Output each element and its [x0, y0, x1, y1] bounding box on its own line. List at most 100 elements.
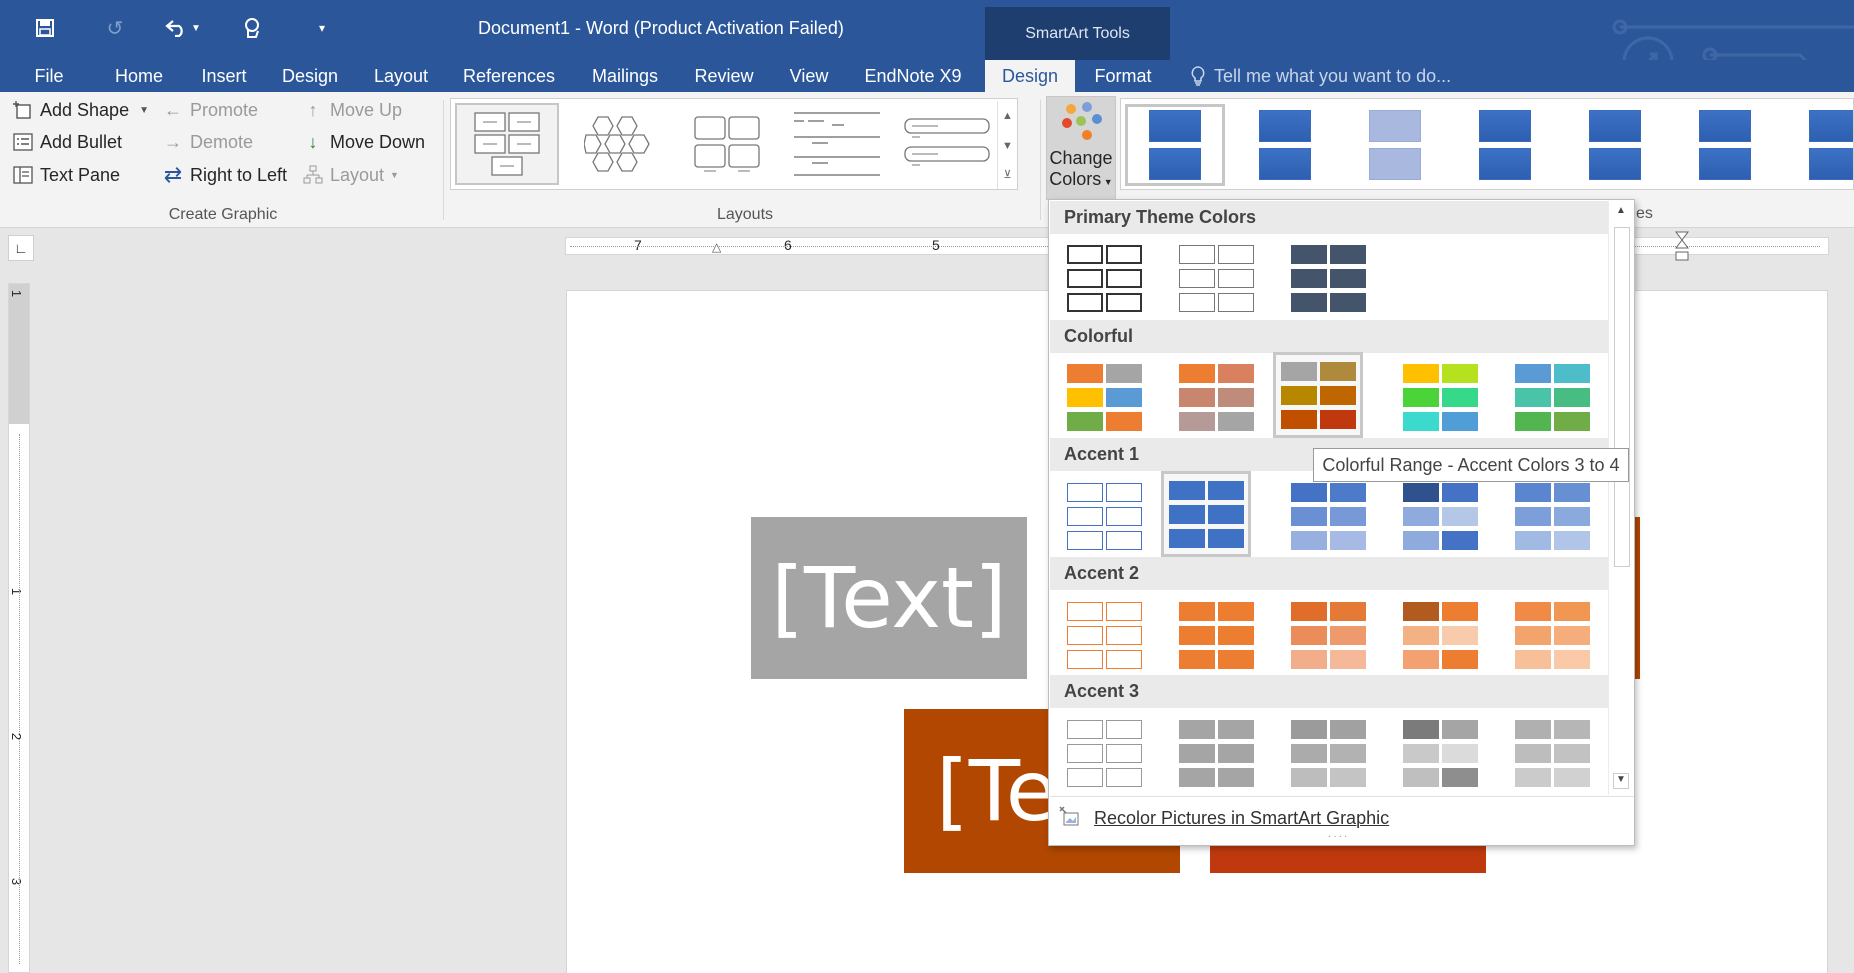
color-swatch-colorful-2[interactable]	[1171, 354, 1261, 440]
scroll-thumb[interactable]	[1614, 227, 1630, 567]
move-down-button[interactable]: ↓ Move Down	[302, 128, 426, 156]
gallery-scroll-down-icon[interactable]: ▼	[997, 131, 1017, 161]
customize-qat-icon[interactable]: ▾	[312, 12, 332, 44]
color-swatch-light-outline[interactable]	[1171, 235, 1261, 321]
color-swatch-accent1-shades[interactable]	[1395, 473, 1485, 559]
tell-me-text: Tell me what you want to do...	[1214, 65, 1452, 86]
color-swatch-accent3-gradient[interactable]	[1283, 710, 1373, 796]
promote-label: Promote	[190, 99, 259, 120]
text-pane-button[interactable]: Text Pane	[12, 161, 120, 189]
layouts-gallery: ▲ ▼ ⊻	[450, 98, 1018, 190]
indent-marker-icon[interactable]: △	[712, 240, 721, 254]
ruler-margin-shade	[9, 284, 29, 424]
tab-insert[interactable]: Insert	[194, 60, 254, 92]
layout-option-list[interactable]	[785, 103, 889, 185]
recolor-pictures-icon	[1059, 806, 1079, 826]
smartart-styles-group-label: es	[1636, 205, 1653, 222]
color-swatch-accent3-shades[interactable]	[1395, 710, 1485, 796]
color-swatch-colorful-1[interactable]	[1059, 354, 1149, 440]
color-swatch-accent3-transparent[interactable]	[1507, 710, 1597, 796]
change-colors-dropdown: Primary Theme Colors Colorful Accent 1 A…	[1048, 199, 1635, 846]
color-swatch-accent3-outline[interactable]	[1059, 710, 1149, 796]
recolor-pictures-option[interactable]: Recolor Pictures in SmartArt Graphic ···…	[1050, 796, 1634, 845]
color-swatch-accent2-shades[interactable]	[1395, 592, 1485, 678]
layout-option-hierarchy[interactable]	[455, 103, 559, 185]
save-icon[interactable]	[30, 12, 60, 44]
touch-mode-icon[interactable]	[236, 12, 268, 44]
color-swatch-accent2-transparent[interactable]	[1507, 592, 1597, 678]
layout-button[interactable]: Layout ▼	[302, 161, 399, 189]
chevron-down-icon: ▼	[139, 104, 149, 116]
smartart-shape-1[interactable]: [Text]	[751, 517, 1027, 679]
layout-option-grid[interactable]	[675, 103, 779, 185]
color-swatch-colorful-5[interactable]	[1507, 354, 1597, 440]
style-option-4[interactable]	[1455, 104, 1555, 186]
tab-review[interactable]: Review	[686, 60, 762, 92]
change-colors-button[interactable]: Change Colors ▼	[1046, 96, 1116, 200]
add-bullet-label: Add Bullet	[40, 131, 123, 152]
ruler-number: 1	[9, 587, 25, 596]
color-swatch-accent3-fill[interactable]	[1171, 710, 1261, 796]
promote-button[interactable]: ← Promote	[162, 96, 258, 124]
ruler-number: 6	[784, 237, 792, 253]
tab-references[interactable]: References	[456, 60, 562, 92]
swap-arrows-icon: ⇄	[163, 162, 183, 187]
redo-icon[interactable]: ↺	[100, 12, 130, 44]
resize-grip-icon[interactable]: ····	[1328, 831, 1349, 842]
tab-endnote[interactable]: EndNote X9	[856, 60, 970, 92]
right-indent-marker-icon[interactable]	[1674, 230, 1690, 264]
tab-selector[interactable]: ∟	[8, 235, 34, 261]
style-option-2[interactable]	[1235, 104, 1335, 186]
scroll-down-icon[interactable]: ▼	[1613, 773, 1629, 789]
demote-button[interactable]: → Demote	[162, 128, 253, 156]
dropdown-scrollbar[interactable]: ▲ ▼	[1608, 201, 1634, 795]
layout-label: Layout	[330, 164, 385, 185]
add-bullet-button[interactable]: Add Bullet	[12, 128, 122, 156]
style-option-5[interactable]	[1565, 104, 1665, 186]
vertical-ruler[interactable]: 1 1 2 3	[8, 283, 30, 973]
color-swatch-accent2-fill[interactable]	[1171, 592, 1261, 678]
shape-text: [Te	[936, 742, 1058, 840]
style-option-1[interactable]	[1125, 104, 1225, 186]
move-up-button[interactable]: ↑ Move Up	[302, 96, 403, 124]
ruler-number: 7	[634, 237, 642, 253]
tab-design[interactable]: Design	[274, 60, 346, 92]
ruler-number: 1	[9, 289, 25, 298]
move-down-label: Move Down	[330, 131, 426, 152]
tab-home[interactable]: Home	[108, 60, 170, 92]
undo-icon[interactable]: ▼	[165, 12, 201, 44]
section-primary-theme-colors: Primary Theme Colors	[1050, 201, 1608, 234]
gallery-scroll-up-icon[interactable]: ▲	[997, 101, 1017, 131]
gallery-expand-icon[interactable]: ⊻	[997, 159, 1017, 189]
swatch-tooltip: Colorful Range - Accent Colors 3 to 4	[1313, 448, 1629, 482]
color-swatch-accent2-outline[interactable]	[1059, 592, 1149, 678]
tab-file[interactable]: File	[22, 60, 76, 92]
tell-me-box[interactable]: Tell me what you want to do...	[1190, 60, 1451, 92]
color-swatch-accent1-outline[interactable]	[1059, 473, 1149, 559]
color-swatch-accent2-gradient[interactable]	[1283, 592, 1373, 678]
color-swatch-dark-fill[interactable]	[1283, 235, 1373, 321]
right-to-left-button[interactable]: ⇄ Right to Left	[162, 161, 287, 189]
color-swatch-colorful-range-accent-3-4[interactable]	[1273, 352, 1363, 438]
color-swatch-dark-outline[interactable]	[1059, 235, 1149, 321]
color-swatch-colorful-4[interactable]	[1395, 354, 1485, 440]
layout-option-bars[interactable]	[895, 103, 999, 185]
tab-smartart-design[interactable]: Design	[985, 60, 1075, 92]
chevron-down-icon: ▼	[390, 170, 399, 180]
color-swatch-accent1-transparent[interactable]	[1507, 473, 1597, 559]
style-option-7[interactable]	[1785, 104, 1853, 186]
color-swatch-accent1-fill[interactable]	[1161, 471, 1251, 557]
tab-smartart-format[interactable]: Format	[1085, 60, 1161, 92]
ruler-ticks	[19, 434, 20, 964]
style-option-6[interactable]	[1675, 104, 1775, 186]
right-to-left-label: Right to Left	[190, 164, 288, 185]
scroll-up-icon[interactable]: ▲	[1613, 205, 1629, 221]
layout-option-hexagons[interactable]	[565, 103, 669, 185]
color-swatch-accent1-gradient[interactable]	[1283, 473, 1373, 559]
add-shape-button[interactable]: Add Shape ▼	[12, 96, 149, 124]
tab-layout[interactable]: Layout	[366, 60, 436, 92]
style-option-3[interactable]	[1345, 104, 1445, 186]
ruler-number: 5	[932, 237, 940, 253]
tab-view[interactable]: View	[780, 60, 838, 92]
tab-mailings[interactable]: Mailings	[580, 60, 670, 92]
